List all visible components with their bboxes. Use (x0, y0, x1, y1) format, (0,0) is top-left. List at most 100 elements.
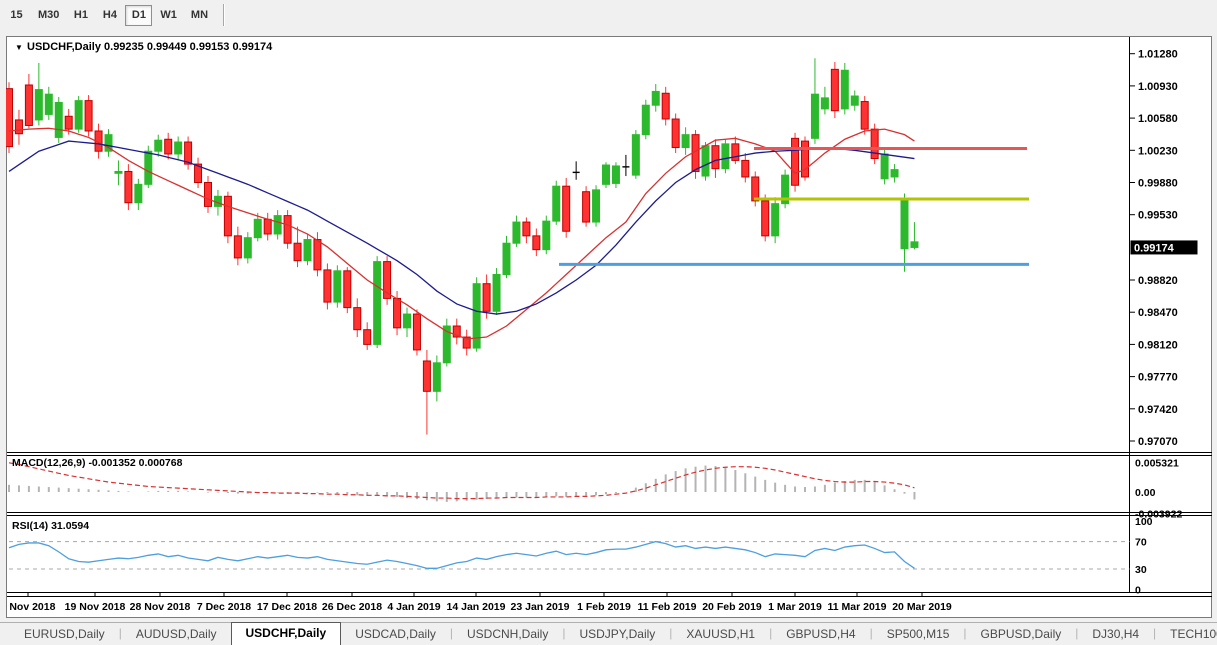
candle-body (423, 361, 430, 391)
date-axis-label: 4 Jan 2019 (387, 601, 440, 613)
tab-usdcnh-daily[interactable]: USDCNH,Daily (453, 624, 562, 645)
price-axis-label: 0.98120 (1138, 339, 1178, 351)
candle-body (394, 298, 401, 327)
candle-body (563, 186, 570, 231)
candle-body (165, 139, 172, 154)
candle-body (334, 271, 341, 302)
tab-gbpusd-daily[interactable]: GBPUSD,Daily (967, 624, 1076, 645)
candle-body (55, 102, 62, 137)
candle-body (115, 171, 122, 173)
candle-body (543, 221, 550, 250)
tab-usdcad-daily[interactable]: USDCAD,Daily (341, 624, 450, 645)
candle-body (35, 90, 42, 120)
timeframe-button-15[interactable]: 15 (3, 5, 30, 26)
date-axis-label: 23 Jan 2019 (511, 601, 570, 613)
rsi-axis-label: 30 (1135, 564, 1147, 576)
price-axis-label: 0.99530 (1138, 210, 1178, 222)
candle-body (185, 142, 192, 164)
toolbar-separator (223, 4, 225, 26)
date-axis-label: 17 Dec 2018 (257, 601, 317, 613)
candle-body (861, 102, 868, 130)
candle-body (732, 144, 739, 161)
candle-body (752, 177, 759, 201)
candle-body (871, 129, 878, 158)
price-axis-label: 0.98470 (1138, 307, 1178, 319)
candle-body (284, 216, 291, 244)
chart-canvas[interactable]: 1.012801.009301.005801.002300.998800.995… (6, 36, 1214, 620)
date-axis-label: 26 Dec 2018 (322, 601, 382, 613)
candle-body (244, 238, 251, 258)
candle-body (642, 105, 649, 134)
tab-sp500-m15[interactable]: SP500,M15 (873, 624, 964, 645)
candle-body (722, 144, 729, 169)
date-axis-label: 20 Feb 2019 (702, 601, 762, 613)
candle-body (831, 69, 838, 110)
candle-body (374, 262, 381, 345)
symbol-tabbar: EURUSD,Daily|AUDUSD,DailyUSDCHF,DailyUSD… (0, 622, 1217, 645)
candle-body (25, 85, 32, 125)
current-price-tag-text: 0.99174 (1134, 242, 1175, 254)
candle-body (493, 274, 500, 311)
candle-body (682, 135, 689, 148)
price-axis-label: 1.00580 (1138, 113, 1178, 125)
date-axis-label: 1 Mar 2019 (768, 601, 822, 613)
rsi-axis-label: 0 (1135, 585, 1141, 597)
price-axis-label: 1.01280 (1138, 49, 1178, 61)
tab-gbpusd-h4[interactable]: GBPUSD,H4 (772, 624, 869, 645)
candle-body (344, 271, 351, 308)
symbol-dropdown-icon[interactable]: ▼ (15, 43, 23, 52)
macd-axis-label: 0.005321 (1135, 458, 1179, 470)
tab-usdjpy-daily[interactable]: USDJPY,Daily (565, 624, 669, 645)
tab-eurusd-daily[interactable]: EURUSD,Daily (10, 624, 119, 645)
macd-label: MACD(12,26,9) -0.001352 0.000768 (12, 457, 183, 469)
candle-body (145, 151, 152, 184)
tab-xauusd-h1[interactable]: XAUUSD,H1 (672, 624, 769, 645)
chart-title: USDCHF,Daily 0.99235 0.99449 0.99153 0.9… (27, 41, 273, 53)
candle-body (503, 243, 510, 274)
candle-body (205, 182, 212, 206)
candle-body (702, 146, 709, 176)
price-axis-label: 1.00930 (1138, 81, 1178, 93)
timeframe-button-m30[interactable]: M30 (32, 5, 65, 26)
date-axis-label: 20 Mar 2019 (892, 601, 952, 613)
tab-audusd-daily[interactable]: AUDUSD,Daily (122, 624, 231, 645)
candle-body (583, 192, 590, 222)
candle-body (792, 138, 799, 185)
price-axis-label: 0.97420 (1138, 404, 1178, 416)
candle-body (45, 94, 52, 114)
candle-body (553, 186, 560, 221)
timeframe-button-h1[interactable]: H1 (67, 5, 94, 26)
timeframe-button-d1[interactable]: D1 (125, 5, 152, 26)
candle-body (224, 196, 231, 236)
candle-body (135, 184, 142, 202)
candle-body (15, 120, 22, 134)
candle-body (523, 222, 530, 236)
rsi-axis-label: 70 (1135, 537, 1147, 549)
timeframe-button-h4[interactable]: H4 (96, 5, 123, 26)
tab-dj30-h4[interactable]: DJ30,H4 (1078, 624, 1153, 645)
candle-body (593, 190, 600, 222)
candle-body (612, 166, 619, 183)
timeframe-button-w1[interactable]: W1 (154, 5, 183, 26)
candle-body (632, 135, 639, 175)
tab-tech100-h1[interactable]: TECH100,H1 (1156, 624, 1217, 645)
timeframe-button-mn[interactable]: MN (185, 5, 214, 26)
price-axis-label: 0.97770 (1138, 372, 1178, 384)
candle-body (841, 70, 848, 109)
date-axis-label: 1 Feb 2019 (577, 601, 631, 613)
date-axis-label: 9 Nov 2018 (6, 601, 56, 613)
candle-body (404, 314, 411, 328)
timeframe-toolbar: 15M30H1H4D1W1MN (0, 0, 1217, 30)
candle-body (603, 165, 610, 184)
candle-body (433, 363, 440, 392)
candle-body (125, 171, 132, 202)
date-axis-label: 14 Jan 2019 (447, 601, 506, 613)
candle-body (513, 222, 520, 243)
candle-body (762, 201, 769, 236)
rsi-label: RSI(14) 31.0594 (12, 520, 89, 532)
candle-body (324, 270, 331, 302)
chart-window: 1.012801.009301.005801.002300.998800.995… (6, 36, 1212, 618)
app-window: 15M30H1H4D1W1MN 1.01280 1.00930 1.00580 1.0… (0, 0, 1217, 645)
price-axis-label: 1.00230 (1138, 145, 1178, 157)
tab-usdchf-daily[interactable]: USDCHF,Daily (231, 622, 342, 645)
